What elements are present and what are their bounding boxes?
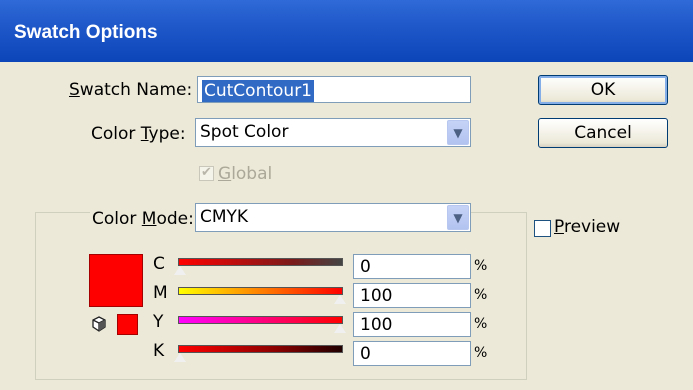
black-value-input[interactable]: 0 <box>353 341 471 366</box>
cyan-letter: C <box>153 254 165 274</box>
title-bar: Swatch Options <box>0 0 693 62</box>
color-mode-dropdown[interactable]: CMYK ▼ <box>195 203 471 232</box>
preview-label: Preview <box>554 217 621 237</box>
global-label: Global <box>218 164 273 184</box>
color-mode-value: CMYK <box>200 207 249 227</box>
color-type-dropdown[interactable]: Spot Color ▼ <box>195 118 471 147</box>
yellow-slider-thumb[interactable] <box>333 324 347 334</box>
black-slider[interactable] <box>178 345 343 353</box>
cyan-value-input[interactable]: 0 <box>353 254 471 279</box>
yellow-slider[interactable] <box>178 316 343 324</box>
cube-icon <box>91 316 107 335</box>
swatch-name-label: Swatch Name: <box>69 80 193 100</box>
dialog-title: Swatch Options <box>14 22 158 43</box>
preview-checkbox[interactable] <box>534 220 551 237</box>
black-letter: K <box>153 341 165 361</box>
chevron-down-icon[interactable]: ▼ <box>447 120 469 145</box>
yellow-letter: Y <box>153 312 164 332</box>
magenta-letter: M <box>153 283 168 303</box>
black-percent-label: % <box>474 345 488 361</box>
magenta-value-input[interactable]: 100 <box>353 283 471 308</box>
check-icon: ✔ <box>201 164 212 179</box>
color-swatch-preview <box>89 254 143 307</box>
magenta-slider[interactable] <box>178 287 343 295</box>
global-checkbox[interactable]: ✔ <box>199 164 214 181</box>
color-type-value: Spot Color <box>200 122 289 142</box>
swatch-name-value: CutContour1 <box>202 80 315 102</box>
magenta-percent-label: % <box>474 287 488 303</box>
cyan-percent-label: % <box>474 258 488 274</box>
swatch-name-input[interactable]: CutContour1 <box>197 76 471 103</box>
yellow-value-input[interactable]: 100 <box>353 312 471 337</box>
magenta-slider-thumb[interactable] <box>333 295 347 305</box>
chevron-down-icon[interactable]: ▼ <box>447 205 469 230</box>
gamut-swatch[interactable] <box>117 314 138 335</box>
cyan-slider[interactable] <box>178 258 343 266</box>
ok-button[interactable]: OK <box>538 75 668 105</box>
cyan-slider-thumb[interactable] <box>173 266 187 276</box>
yellow-percent-label: % <box>474 316 488 332</box>
color-mode-label: Color Mode: <box>90 209 196 229</box>
cancel-button[interactable]: Cancel <box>538 118 668 148</box>
color-type-label: Color Type: <box>91 124 186 144</box>
black-slider-thumb[interactable] <box>173 353 187 363</box>
